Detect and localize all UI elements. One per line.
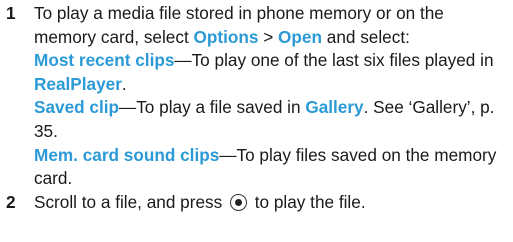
- step-1-intro-end: and select:: [321, 26, 410, 47]
- realplayer-label: RealPlayer: [34, 73, 122, 94]
- options-menu-label: Options: [193, 26, 259, 47]
- instruction-document: 1 To play a media file stored in phone m…: [0, 2, 510, 214]
- step-1: 1 To play a media file stored in phone m…: [0, 2, 510, 191]
- saved-clip-label: Saved clip: [34, 97, 120, 118]
- step-1-number: 1: [6, 3, 16, 23]
- step-2-text-before: Scroll to a file, and press: [34, 191, 227, 212]
- step-2: 2 Scroll to a file, and press to play th…: [0, 191, 510, 215]
- most-recent-clips-label: Most recent clips: [34, 50, 175, 71]
- joystick-select-icon: [229, 193, 247, 211]
- step-2-number: 2: [6, 191, 16, 212]
- most-recent-clips-end: .: [121, 73, 127, 94]
- menu-separator: >: [258, 26, 279, 47]
- open-menu-label: Open: [278, 26, 322, 47]
- saved-clip-text: —To play a file saved in: [119, 97, 306, 118]
- mem-card-sound-clips-label: Mem. card sound clips: [34, 144, 220, 165]
- most-recent-clips-text: —To play one of the last six files playe…: [174, 50, 494, 71]
- step-2-text-after: to play the file.: [249, 191, 366, 212]
- gallery-label: Gallery: [305, 97, 364, 118]
- step-1-content: To play a media file stored in phone mem…: [32, 2, 510, 191]
- step-2-content: Scroll to a file, and press to play the …: [32, 191, 510, 215]
